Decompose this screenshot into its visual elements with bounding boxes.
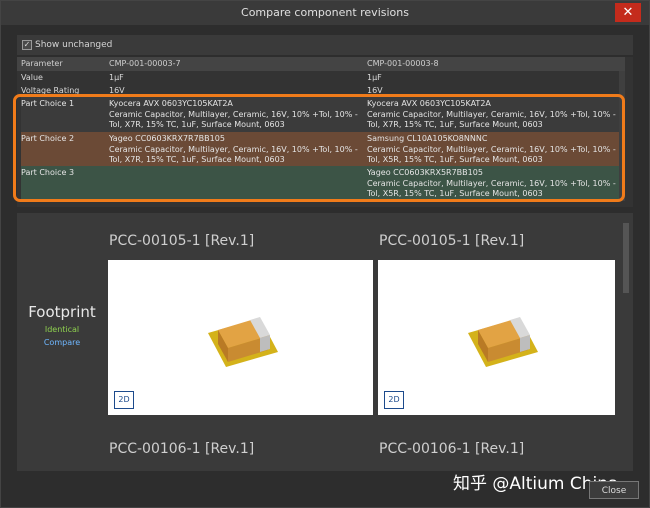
close-button[interactable]: Close xyxy=(589,481,639,499)
view-2d-button[interactable]: 2D xyxy=(384,391,404,409)
header-parameter: Parameter xyxy=(21,59,63,68)
left-footprint-view[interactable]: 2D xyxy=(108,260,373,415)
left-footprint-title-2: PCC-00106-1 [Rev.1] xyxy=(109,441,255,457)
show-unchanged-label[interactable]: Show unchanged xyxy=(35,35,112,55)
compare-link[interactable]: Compare xyxy=(17,338,107,347)
compare-dialog: Compare component revisions ✕ ✓ Show unc… xyxy=(0,0,650,508)
footprint-status: Identical xyxy=(44,325,80,334)
footprint-preview-panel: Footprint Identical Compare PCC-00105-1 … xyxy=(17,213,633,471)
right-footprint-title: PCC-00105-1 [Rev.1] xyxy=(379,233,525,249)
right-footprint-title-2: PCC-00106-1 [Rev.1] xyxy=(379,441,525,457)
show-unchanged-checkbox[interactable]: ✓ xyxy=(22,40,32,50)
grid-header: Parameter CMP-001-00003-7 CMP-001-00003-… xyxy=(17,57,625,71)
view-2d-button[interactable]: 2D xyxy=(114,391,134,409)
capacitor-3d-icon xyxy=(468,317,538,367)
right-footprint-view[interactable]: 2D xyxy=(378,260,615,415)
row-param-label: Value xyxy=(21,73,43,82)
part-choices-highlight xyxy=(13,94,625,202)
footprint-section: Footprint Identical Compare xyxy=(17,303,107,347)
footprint-label: Footprint xyxy=(28,303,96,321)
dialog-title: Compare component revisions xyxy=(241,6,409,19)
header-revision-right: CMP-001-00003-8 xyxy=(367,59,439,68)
header-revision-left: CMP-001-00003-7 xyxy=(109,59,181,68)
preview-scrollbar[interactable] xyxy=(623,223,629,293)
title-bar: Compare component revisions ✕ xyxy=(1,1,649,25)
capacitor-3d-icon xyxy=(208,317,278,367)
options-bar: ✓ Show unchanged xyxy=(17,35,633,55)
row-right-value: 1µF xyxy=(367,73,382,82)
close-icon[interactable]: ✕ xyxy=(615,3,641,22)
left-footprint-title: PCC-00105-1 [Rev.1] xyxy=(109,233,255,249)
row-left-value: 1µF xyxy=(109,73,124,82)
